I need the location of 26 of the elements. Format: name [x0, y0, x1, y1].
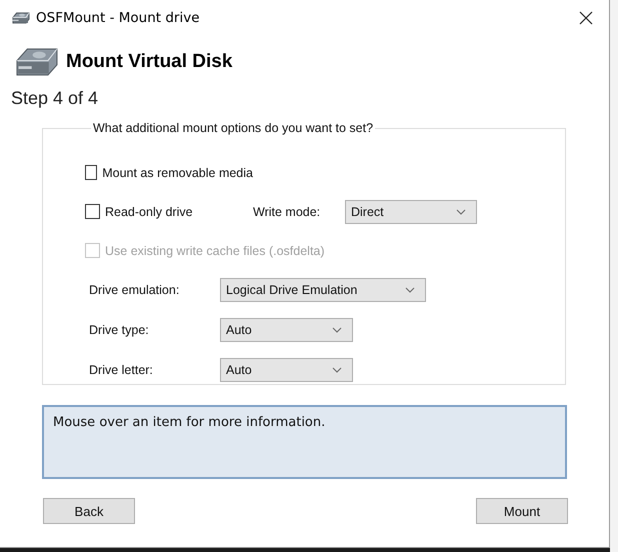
info-box: Mouse over an item for more information.: [42, 405, 567, 479]
chevron-down-icon: [405, 287, 416, 293]
step-label: Step 4 of 4: [11, 88, 100, 110]
close-icon: [579, 11, 593, 25]
chevron-down-icon: [332, 327, 342, 333]
chevron-down-icon: [332, 367, 342, 373]
field-label: Drive type:: [89, 323, 150, 337]
field-label: Drive emulation:: [89, 283, 180, 297]
dropdown[interactable]: Auto: [220, 318, 353, 342]
mount-button[interactable]: Mount: [476, 498, 568, 524]
checkbox-box[interactable]: [85, 165, 98, 180]
disk-drive-icon: [15, 48, 59, 76]
dropdown[interactable]: Auto: [220, 358, 353, 382]
checkbox[interactable]: Read-only drive: [85, 204, 253, 219]
dropdown[interactable]: Direct: [345, 200, 477, 224]
checkbox-box[interactable]: [85, 204, 100, 219]
dropdown[interactable]: Logical Drive Emulation: [220, 278, 426, 302]
window-title: OSFMount - Mount drive: [36, 10, 200, 26]
checkbox[interactable]: Mount as removable media: [85, 165, 253, 180]
field-label: Drive letter:: [89, 363, 154, 377]
group-legend: What additional mount options do you want to set?: [91, 121, 376, 135]
back-button[interactable]: Back: [43, 498, 135, 524]
page-title: Mount Virtual Disk: [66, 51, 232, 73]
field-label: Write mode:: [253, 204, 322, 218]
chevron-down-icon: [456, 208, 466, 214]
disk-drive-icon: [11, 12, 31, 24]
